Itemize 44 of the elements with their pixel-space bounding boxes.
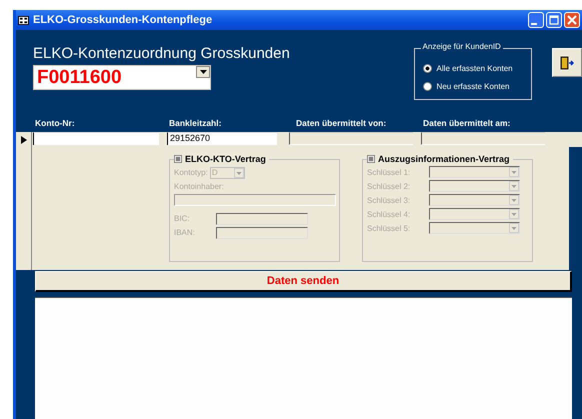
radio-label[interactable]: Neu erfasste Konten bbox=[436, 82, 510, 90]
caret-icon bbox=[200, 70, 206, 74]
field-label: Schlüssel 5: bbox=[367, 223, 412, 235]
column-label: Daten übermittelt am: bbox=[423, 118, 512, 129]
form-icon bbox=[18, 16, 29, 24]
window-title: ELKO-Grosskunden-Kontenpflege bbox=[33, 14, 212, 26]
radio-label[interactable]: Alle erfassten Konten bbox=[436, 64, 513, 72]
field-label: Kontoinhaber: bbox=[174, 181, 225, 193]
caret-icon bbox=[511, 184, 517, 188]
field-label: Schlüssel 3: bbox=[367, 195, 412, 207]
caret-icon bbox=[511, 170, 517, 174]
caret-icon bbox=[511, 212, 517, 216]
caret-icon bbox=[511, 198, 517, 202]
field-label: Kontotyp: bbox=[174, 167, 208, 179]
input-field[interactable]: 29152670 bbox=[167, 132, 277, 145]
caret-icon bbox=[236, 172, 242, 174]
column-label: Bankleitzahl: bbox=[169, 118, 222, 129]
frame-title: ELKO-KTO-Vertrag bbox=[185, 154, 266, 164]
field-label: IBAN: bbox=[174, 227, 196, 239]
current-record-icon bbox=[20, 136, 26, 144]
readonly-field[interactable] bbox=[289, 132, 413, 145]
readonly-field[interactable] bbox=[421, 132, 545, 145]
frame-legend: Anzeige für KundenID bbox=[420, 42, 503, 51]
field-label: Schlüssel 1: bbox=[367, 167, 412, 179]
customer-id-combo[interactable]: F0011600 bbox=[33, 65, 211, 90]
close-button[interactable] bbox=[564, 12, 580, 28]
close-icon bbox=[567, 15, 577, 25]
radio-button[interactable] bbox=[422, 82, 432, 90]
door-exit-icon bbox=[560, 56, 574, 70]
radio-button[interactable] bbox=[422, 64, 432, 72]
column-label: Konto-Nr: bbox=[35, 118, 76, 129]
frame-title: Auszugsinformationen-Vertrag bbox=[378, 154, 510, 164]
field-label: Schlüssel 2: bbox=[367, 181, 412, 193]
exit-button[interactable] bbox=[552, 48, 582, 77]
maximize-icon bbox=[549, 15, 559, 25]
caret-icon bbox=[511, 226, 517, 230]
column-label: Daten übermittelt von: bbox=[296, 118, 388, 129]
form-title: ELKO-Kontenzuordnung Grosskunden bbox=[33, 45, 291, 62]
minimize-button[interactable] bbox=[528, 12, 544, 28]
field-label: Schlüssel 4: bbox=[367, 209, 412, 221]
field-label: BIC: bbox=[174, 213, 191, 225]
maximize-button[interactable] bbox=[546, 12, 562, 28]
dropdown-button[interactable] bbox=[196, 66, 210, 78]
minimize-icon bbox=[531, 23, 537, 25]
